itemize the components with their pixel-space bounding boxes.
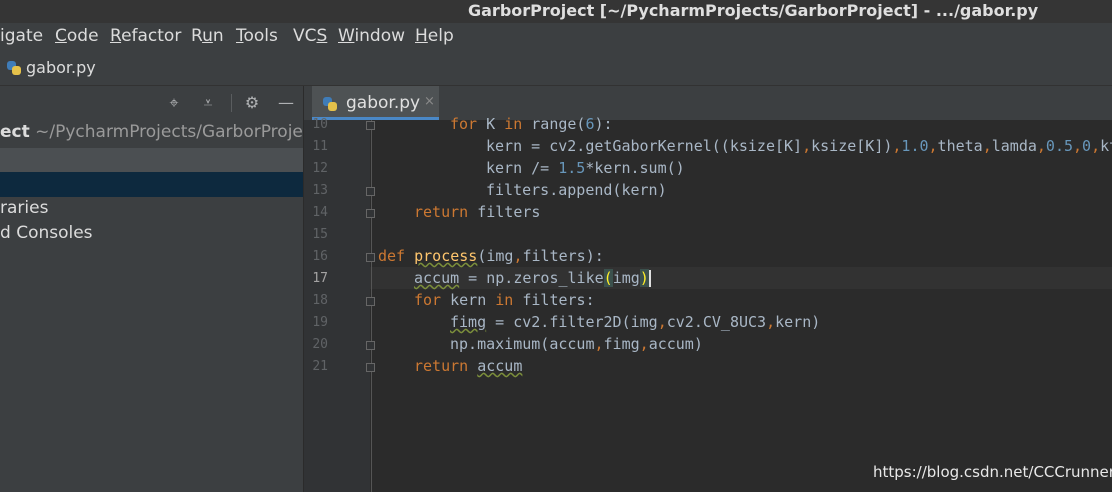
- toolbar-divider: [231, 94, 232, 112]
- fold-marker[interactable]: [366, 253, 375, 262]
- close-icon[interactable]: ×: [424, 94, 435, 109]
- code-line-20[interactable]: np.maximum(accum,fimg,accum): [450, 333, 703, 355]
- navigation-bar: gabor.py: [0, 52, 1112, 86]
- line-number: 20: [312, 337, 328, 352]
- fold-marker[interactable]: [366, 341, 375, 350]
- code-line-16[interactable]: def process(img,filters):: [378, 245, 604, 267]
- code-line-19[interactable]: fimg = cv2.filter2D(img,cv2.CV_8UC3,kern…: [450, 311, 820, 333]
- minimize-icon[interactable]: —: [277, 94, 295, 112]
- fold-marker[interactable]: [366, 209, 375, 218]
- tree-row-external-libraries[interactable]: raries: [0, 198, 303, 223]
- line-number: 15: [312, 227, 328, 242]
- gear-icon[interactable]: ⚙: [243, 94, 261, 112]
- python-file-icon: [6, 60, 22, 76]
- line-number: 12: [312, 161, 328, 176]
- line-number: 16: [312, 249, 328, 264]
- line-number: 13: [312, 183, 328, 198]
- code-line-18[interactable]: for kern in filters:: [414, 289, 595, 311]
- code-line-12[interactable]: kern /= 1.5*kern.sum(): [486, 157, 685, 179]
- tree-row-selected[interactable]: [0, 172, 303, 197]
- code-line-17[interactable]: accum = np.zeros_like(img): [414, 267, 651, 289]
- tab-gabor-py[interactable]: gabor.py ×: [312, 86, 439, 120]
- fold-marker[interactable]: [366, 297, 375, 306]
- line-number: 19: [312, 315, 328, 330]
- menu-run[interactable]: Run: [191, 26, 224, 46]
- tree-row-scratches-consoles[interactable]: d Consoles: [0, 223, 303, 248]
- tree-row-folder[interactable]: [0, 148, 303, 173]
- fold-marker[interactable]: [366, 121, 375, 130]
- code-line-10[interactable]: for K in range(6):: [450, 113, 613, 135]
- breadcrumb-file-label: gabor.py: [26, 58, 96, 77]
- line-number: 14: [312, 205, 328, 220]
- menu-tools[interactable]: Tools: [236, 26, 278, 46]
- line-number: 18: [312, 293, 328, 308]
- tab-label: gabor.py: [346, 93, 421, 113]
- project-panel: ⌖ ⩡ ⚙ — ect ~/PycharmProjects/GarborProj…: [0, 86, 304, 492]
- editor-tab-bar: gabor.py ×: [304, 86, 1112, 120]
- indent-guide: [371, 120, 372, 492]
- line-number: 21: [312, 359, 328, 374]
- menu-help[interactable]: Help: [415, 26, 454, 46]
- watermark-text: https://blog.csdn.net/CCCrunner: [873, 463, 1112, 481]
- line-number-current: 17: [312, 271, 328, 286]
- code-line-21[interactable]: return accum: [414, 355, 522, 377]
- python-file-icon: [322, 96, 338, 112]
- menu-bar: igate Code Refactor Run Tools VCS Window…: [0, 23, 1112, 52]
- collapse-all-icon[interactable]: ⩡: [199, 94, 217, 112]
- project-panel-toolbar: ⌖ ⩡ ⚙ —: [0, 86, 303, 120]
- menu-code[interactable]: Code: [55, 26, 99, 46]
- code-line-14[interactable]: return filters: [414, 201, 540, 223]
- menu-navigate[interactable]: igate: [0, 26, 43, 46]
- menu-refactor[interactable]: Refactor: [110, 26, 181, 46]
- crosshair-icon[interactable]: ⌖: [165, 94, 183, 112]
- tree-row-project-root[interactable]: ect ~/PycharmProjects/GarborProjec: [0, 122, 303, 147]
- line-number: 10: [312, 117, 328, 132]
- menu-window[interactable]: Window: [338, 26, 405, 46]
- line-number: 11: [312, 139, 328, 154]
- code-line-13[interactable]: filters.append(kern): [486, 179, 667, 201]
- window-title-bar: GarborProject [~/PycharmProjects/GarborP…: [0, 0, 1112, 23]
- breadcrumb-file[interactable]: gabor.py: [6, 58, 96, 77]
- code-line-11[interactable]: kern = cv2.getGaborKernel((ksize[K],ksiz…: [486, 135, 1112, 157]
- fold-marker[interactable]: [366, 363, 375, 372]
- fold-marker[interactable]: [366, 187, 375, 196]
- window-title: GarborProject [~/PycharmProjects/GarborP…: [468, 1, 1039, 20]
- menu-vcs[interactable]: VCS: [293, 26, 327, 46]
